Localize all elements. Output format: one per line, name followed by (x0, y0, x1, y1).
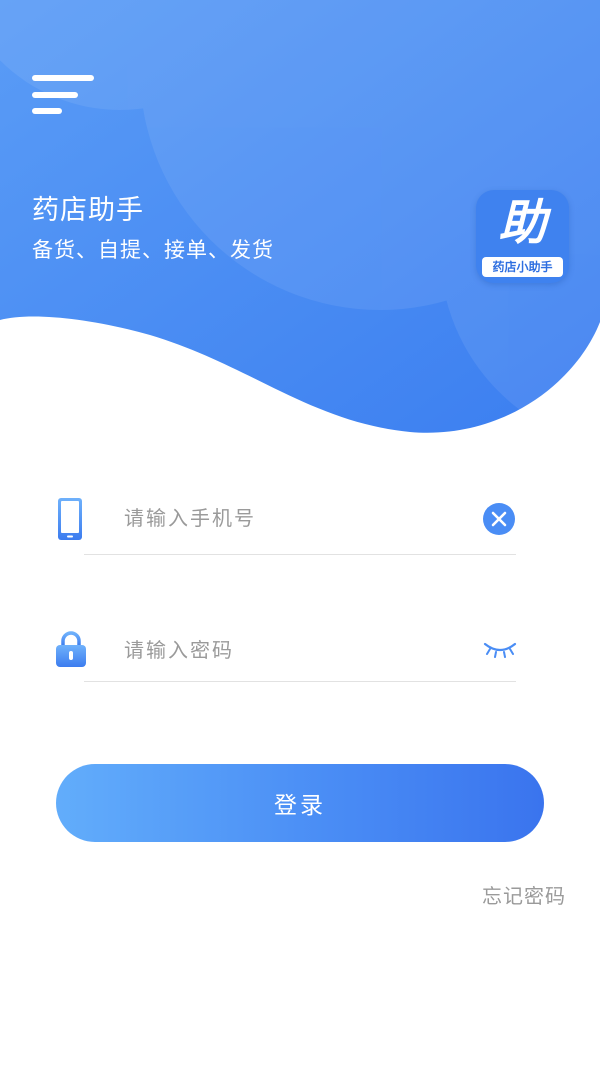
phone-icon (58, 498, 82, 544)
login-button[interactable]: 登录 (56, 764, 544, 842)
phone-divider (84, 554, 516, 555)
logo-caption: 药店小助手 (482, 257, 563, 277)
app-subtitle: 备货、自提、接单、发货 (32, 238, 274, 262)
password-divider (84, 681, 516, 682)
hamburger-menu-icon[interactable] (32, 75, 94, 117)
logo-character: 助 (498, 195, 547, 251)
clear-icon[interactable] (483, 503, 515, 539)
eye-closed-icon[interactable] (483, 640, 517, 664)
forgot-password-link[interactable]: 忘记密码 (482, 880, 566, 909)
phone-input[interactable] (124, 498, 454, 538)
app-title: 药店助手 (32, 195, 144, 226)
lock-icon (56, 631, 86, 671)
password-input[interactable] (124, 630, 454, 670)
app-logo: 助 药店小助手 (476, 190, 569, 283)
